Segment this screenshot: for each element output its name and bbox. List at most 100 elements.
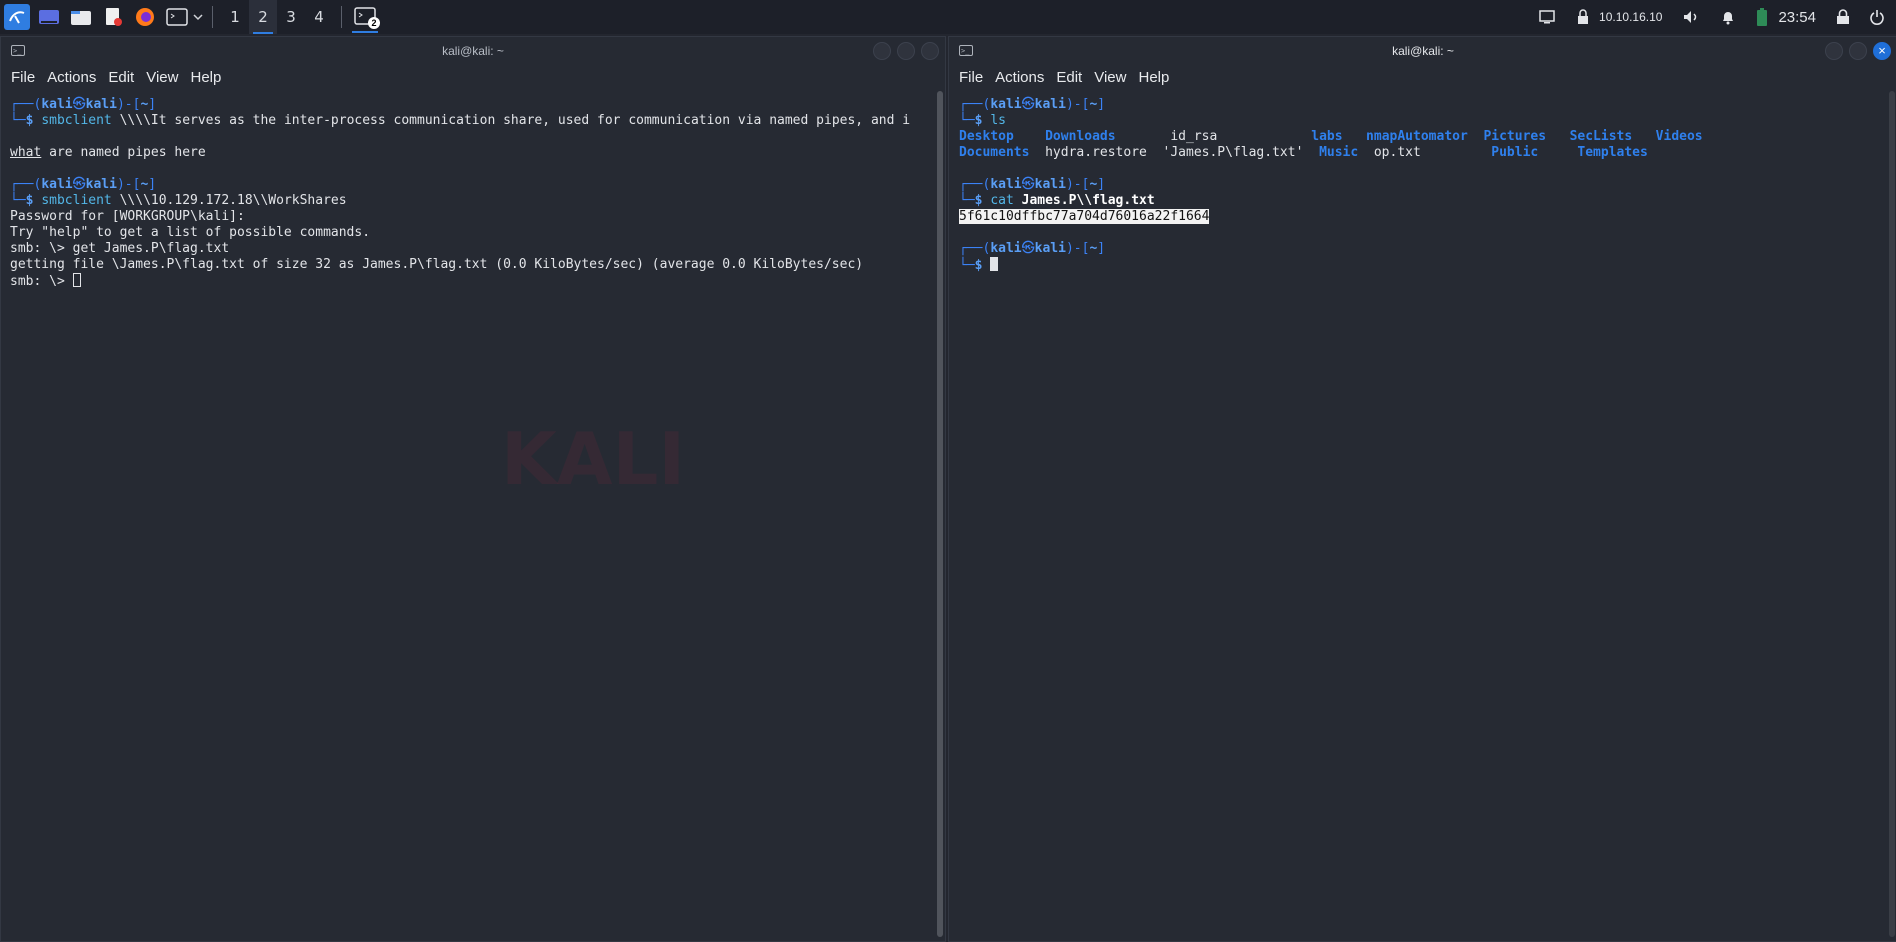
prompt-user: kali	[990, 177, 1022, 192]
terminal-text: ㉿	[72, 177, 86, 192]
chevron-down-icon[interactable]	[192, 4, 204, 30]
window-titlebar[interactable]: >_ kali@kali: ~ ×	[949, 37, 1896, 65]
terminal-text: └─	[10, 113, 26, 128]
minimize-button[interactable]	[1825, 42, 1843, 60]
show-desktop-icon[interactable]	[36, 4, 62, 30]
terminal-text: └─	[10, 193, 26, 208]
workspace-3[interactable]: 3	[277, 0, 305, 34]
column-gap	[1358, 145, 1374, 160]
ls-output-row: Desktop Downloads id_rsa labs nmapAutoma…	[959, 129, 1881, 145]
maximize-button[interactable]	[897, 42, 915, 60]
terminal-text: ┌──(	[959, 241, 991, 256]
terminal-text: $	[974, 258, 991, 273]
menu-edit[interactable]: Edit	[1056, 69, 1082, 86]
column-gap	[1632, 129, 1655, 144]
lock-screen-icon[interactable]	[1836, 9, 1850, 25]
command-args: \\\\It serves as the inter-process commu…	[111, 113, 911, 128]
terminal-text: ]	[148, 97, 157, 112]
command-name: ls	[990, 113, 1006, 128]
terminal-output[interactable]: ┌──(kali㉿kali)-[~] └─$ smbclient \\\\It s…	[1, 91, 933, 941]
taskbar-separator	[212, 6, 213, 28]
terminal-window-right[interactable]: >_ kali@kali: ~ × File Actions Edit View…	[948, 36, 1896, 942]
output-line: Password for [WORKGROUP\kali]:	[10, 209, 245, 224]
clock[interactable]: 23:54	[1778, 9, 1816, 26]
terminal-text: ┌──(	[10, 177, 42, 192]
notification-bell-icon[interactable]	[1720, 9, 1736, 25]
close-button[interactable]	[921, 42, 939, 60]
file-entry: 'James.P\flag.txt'	[1162, 145, 1304, 160]
terminal-text: ┌──(	[959, 177, 991, 192]
terminal-icon: >_	[11, 45, 25, 56]
menu-help[interactable]: Help	[190, 69, 221, 86]
menu-bar: File Actions Edit View Help	[949, 65, 1896, 89]
command-line: └─$ cat James.P\\flag.txt	[959, 193, 1881, 209]
minimize-button[interactable]	[873, 42, 891, 60]
menu-edit[interactable]: Edit	[108, 69, 134, 86]
column-gap	[1014, 129, 1045, 144]
output-line: getting file \James.P\flag.txt of size 3…	[10, 257, 864, 272]
menu-view[interactable]: View	[1094, 69, 1126, 86]
prompt-host: kali	[1034, 241, 1066, 256]
terminal-text: ]	[1097, 241, 1106, 256]
menu-view[interactable]: View	[146, 69, 178, 86]
terminal-text: )-[	[1065, 241, 1090, 256]
menu-help[interactable]: Help	[1138, 69, 1169, 86]
directory-entry: Desktop	[959, 129, 1014, 144]
volume-icon[interactable]	[1682, 9, 1700, 25]
workspace-2[interactable]: 2	[249, 0, 277, 34]
terminal-text: ㉿	[72, 97, 86, 112]
window-title: kali@kali: ~	[442, 44, 504, 58]
scrollbar[interactable]	[1889, 91, 1895, 937]
scrollbar[interactable]	[937, 91, 943, 937]
menu-actions[interactable]: Actions	[995, 69, 1044, 86]
prompt-line: ┌──(kali㉿kali)-[~]	[959, 241, 1881, 257]
terminal-text: └─	[959, 193, 975, 208]
column-gap	[1538, 145, 1577, 160]
command-line: └─$ smbclient \\\\10.129.172.18\\WorkSha…	[10, 193, 924, 209]
text-editor-icon[interactable]	[100, 4, 126, 30]
maximize-button[interactable]	[1849, 42, 1867, 60]
display-icon[interactable]	[1539, 10, 1555, 24]
power-icon[interactable]	[1870, 9, 1884, 25]
firefox-icon[interactable]	[132, 4, 158, 30]
text-cursor	[990, 257, 999, 271]
prompt-user: kali	[41, 97, 73, 112]
close-button[interactable]: ×	[1873, 42, 1891, 60]
file-entry: hydra.restore	[1045, 145, 1147, 160]
output-line: what are named pipes here	[10, 145, 924, 161]
terminal-text: )-[	[1065, 177, 1090, 192]
prompt-line: ┌──(kali㉿kali)-[~]	[959, 177, 1881, 193]
terminal-text: ]	[1097, 177, 1106, 192]
terminal-window-left[interactable]: >_ kali@kali: ~ File Actions Edit View H…	[0, 36, 946, 942]
file-manager-icon[interactable]	[68, 4, 94, 30]
menu-file[interactable]: File	[959, 69, 983, 86]
terminal-text: $	[974, 193, 991, 208]
terminal-text: ]	[1097, 97, 1106, 112]
kali-menu-icon[interactable]	[4, 4, 30, 30]
smb-prompt-line: smb: \>	[10, 273, 924, 289]
directory-entry: Downloads	[1045, 129, 1116, 144]
terminal-icon[interactable]	[164, 4, 190, 30]
terminal-text: └─	[959, 258, 975, 273]
menu-bar: File Actions Edit View Help	[1, 65, 945, 89]
directory-entry: Videos	[1655, 129, 1703, 144]
terminal-text: )-[	[116, 97, 141, 112]
prompt-host: kali	[85, 97, 117, 112]
file-entry: id_rsa	[1170, 129, 1218, 144]
battery-icon[interactable]: 23:54	[1756, 7, 1816, 27]
workspace-1[interactable]: 1	[221, 0, 249, 34]
vpn-lock-icon[interactable]: 10.10.16.10	[1575, 9, 1662, 25]
workspace-4[interactable]: 4	[305, 0, 333, 34]
column-gap	[1546, 129, 1569, 144]
menu-file[interactable]: File	[11, 69, 35, 86]
ls-output-row: Documents hydra.restore 'James.P\flag.tx…	[959, 145, 1881, 161]
window-titlebar[interactable]: >_ kali@kali: ~	[1, 37, 945, 65]
menu-actions[interactable]: Actions	[47, 69, 96, 86]
terminal-output[interactable]: ┌──(kali㉿kali)-[~] └─$ ls Desktop Download…	[949, 91, 1885, 941]
terminal-task-button[interactable]: 2	[352, 1, 380, 33]
terminal-text: $	[25, 113, 42, 128]
ip-address: 10.10.16.10	[1599, 10, 1663, 24]
